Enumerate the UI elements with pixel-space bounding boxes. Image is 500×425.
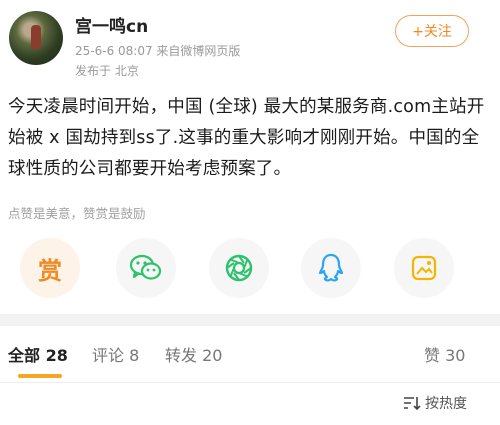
reward-tip: 点赞是美意，赞赏是鼓励 (8, 206, 146, 221)
divider (0, 382, 500, 383)
qq-icon (318, 253, 344, 282)
section-separator (0, 314, 500, 326)
post-header: 宫一鸣cn 25-6-6 08:07 来自微博网页版 发布于 北京 +关注 (0, 0, 500, 92)
sort-by-hot-button[interactable]: 按热度 (403, 393, 467, 413)
follow-button[interactable]: +关注 (395, 15, 469, 47)
reward-icon: 赏 (38, 256, 62, 285)
tab-likes-count: 30 (445, 346, 466, 365)
sort-icon (404, 397, 421, 410)
comment-tabs: 全部 28 评论 8 转发 20 赞 30 (0, 326, 500, 382)
tab-likes-label: 赞 (424, 346, 441, 365)
tab-comments-label: 评论 (92, 346, 125, 365)
post-text: 今天凌晨时间开始，中国 (全球) 最大的某服务商.com主站开始被 x 国劫持到… (8, 97, 485, 179)
share-qzone-button[interactable] (394, 238, 454, 298)
share-moments-button[interactable] (209, 238, 269, 298)
wechat-icon (129, 254, 162, 280)
tab-all[interactable]: 全部 28 (8, 342, 68, 366)
share-row: 赏 (0, 230, 500, 310)
avatar[interactable] (9, 11, 63, 65)
tab-all-count: 28 (45, 346, 68, 365)
tab-comments-count: 8 (129, 346, 140, 365)
reward-button[interactable]: 赏 (20, 238, 80, 298)
tab-comments[interactable]: 评论 8 (92, 342, 139, 366)
tab-all-label: 全部 (8, 346, 41, 365)
username[interactable]: 宫一鸣cn (75, 12, 148, 37)
post-location: 发布于 北京 (75, 64, 139, 78)
tab-reposts[interactable]: 转发 20 (165, 342, 222, 366)
tab-reposts-count: 20 (202, 346, 223, 365)
share-qq-button[interactable] (301, 238, 361, 298)
post-time-source: 25-6-6 08:07 来自微博网页版 (75, 44, 241, 58)
sort-label: 按热度 (425, 396, 467, 412)
share-wechat-button[interactable] (116, 238, 176, 298)
tab-likes[interactable]: 赞 30 (424, 342, 465, 366)
qzone-icon (411, 255, 437, 281)
moments-icon (225, 254, 253, 282)
tab-reposts-label: 转发 (165, 346, 198, 365)
follow-button-label: +关注 (412, 24, 452, 40)
active-tab-indicator (18, 374, 62, 378)
